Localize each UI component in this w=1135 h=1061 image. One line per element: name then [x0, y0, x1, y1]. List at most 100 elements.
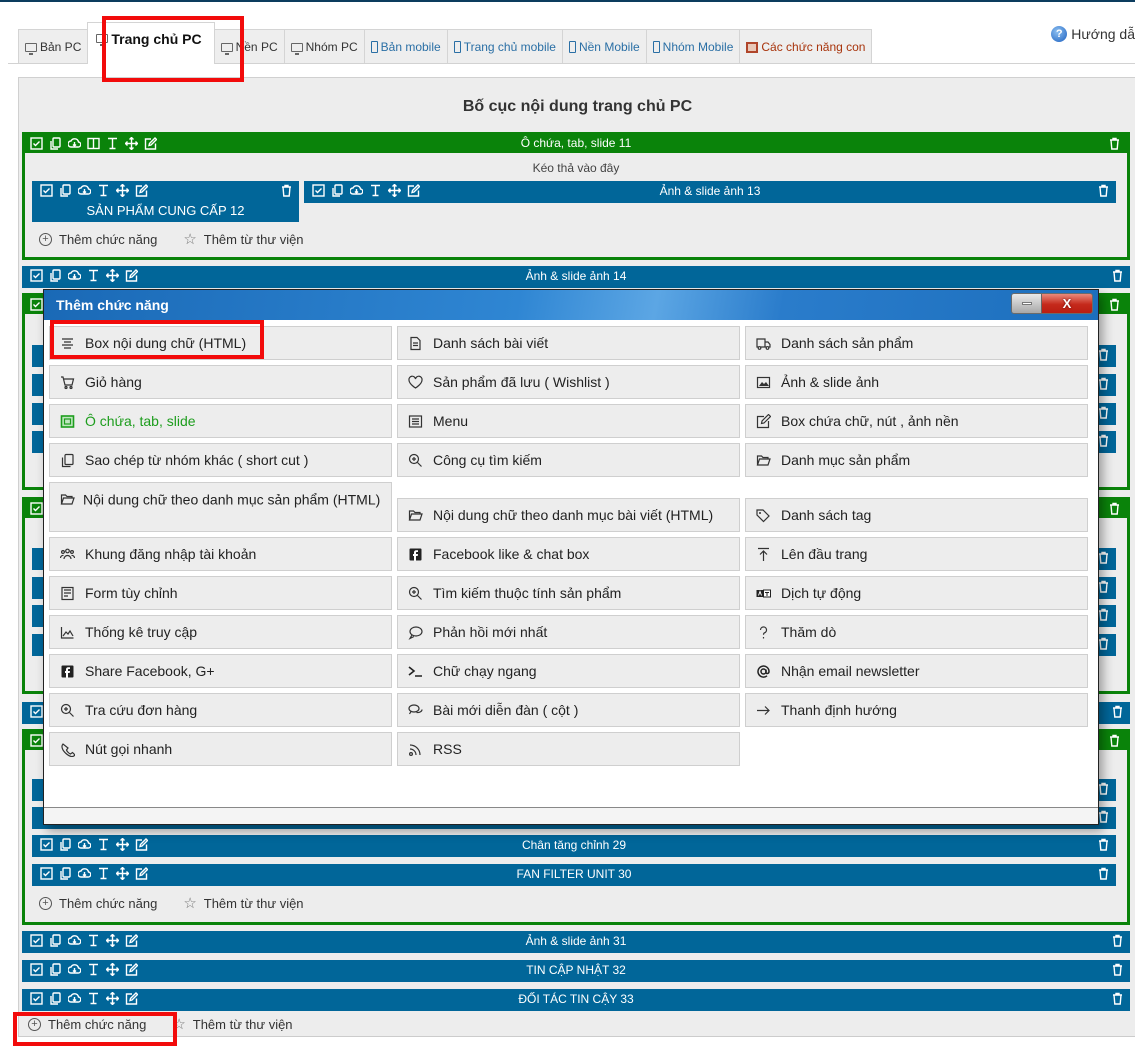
- function-item[interactable]: Danh sách tag: [745, 498, 1088, 532]
- tab-nhóm-mobile[interactable]: Nhóm Mobile: [645, 29, 741, 64]
- function-item[interactable]: Ảnh & slide ảnh: [745, 365, 1088, 399]
- function-item[interactable]: Sao chép từ nhóm khác ( short cut ): [49, 443, 392, 477]
- function-item[interactable]: Tìm kiếm thuộc tính sản phẩm: [397, 576, 740, 610]
- trash-icon[interactable]: [1108, 734, 1121, 747]
- function-item[interactable]: Tra cứu đơn hàng: [49, 693, 392, 727]
- block-30[interactable]: FAN FILTER UNIT 30: [32, 864, 1116, 886]
- add-function-button[interactable]: + Thêm chức năng: [39, 896, 157, 911]
- checkbox-icon[interactable]: [30, 734, 43, 747]
- function-item[interactable]: Nút gọi nhanh: [49, 732, 392, 766]
- function-item[interactable]: Danh mục sản phẩm: [745, 443, 1088, 477]
- copy-icon[interactable]: [59, 184, 72, 197]
- block-label: Ô chứa, tab, slide 11: [520, 136, 632, 150]
- function-item-label: Sản phẩm đã lưu ( Wishlist ): [433, 374, 610, 390]
- checkbox-icon[interactable]: [30, 502, 43, 515]
- trash-icon[interactable]: [1111, 934, 1124, 947]
- container-icon: [59, 413, 75, 429]
- add-from-library-button[interactable]: ☆ Thêm từ thư viện: [183, 896, 303, 911]
- function-item[interactable]: Ô chứa, tab, slide: [49, 404, 392, 438]
- dialog-titlebar[interactable]: Thêm chức năng X: [44, 290, 1098, 320]
- edit-icon: [755, 413, 771, 429]
- function-item[interactable]: Sản phẩm đã lưu ( Wishlist ): [397, 365, 740, 399]
- function-item[interactable]: Danh sách bài viết: [397, 326, 740, 360]
- trash-icon[interactable]: [1108, 298, 1121, 311]
- tab-label: Nền PC: [235, 40, 278, 54]
- page-title: Bố cục nội dung trang chủ PC: [462, 98, 693, 115]
- trash-icon[interactable]: [1111, 705, 1124, 718]
- add-function-button[interactable]: + Thêm chức năng: [28, 1017, 146, 1032]
- edit-icon[interactable]: [135, 184, 148, 197]
- function-item[interactable]: Khung đăng nhập tài khoản: [49, 537, 392, 571]
- add-from-library-button[interactable]: ☆ Thêm từ thư viện: [183, 232, 303, 247]
- tab-bản-pc[interactable]: Bản PC: [18, 29, 89, 64]
- add-function-button[interactable]: + Thêm chức năng: [39, 232, 157, 247]
- trash-icon[interactable]: [280, 184, 293, 197]
- trash-icon[interactable]: [1111, 963, 1124, 976]
- tab-nền-pc[interactable]: Nền PC: [213, 29, 285, 64]
- function-item[interactable]: Thống kê truy cập: [49, 615, 392, 649]
- function-item[interactable]: Nội dung chữ theo danh mục bài viết (HTM…: [397, 498, 740, 532]
- text-height-icon[interactable]: [97, 184, 110, 197]
- trash-icon[interactable]: [1108, 502, 1121, 515]
- function-item[interactable]: Share Facebook, G+: [49, 654, 392, 688]
- function-item[interactable]: Form tùy chỉnh: [49, 576, 392, 610]
- checkbox-icon[interactable]: [40, 184, 53, 197]
- add-from-library-button[interactable]: ☆ Thêm từ thư viện: [172, 1017, 292, 1032]
- minimize-button[interactable]: [1012, 294, 1042, 313]
- trash-icon[interactable]: [1111, 269, 1124, 282]
- block-toolbar: [32, 184, 148, 197]
- close-button[interactable]: X: [1042, 294, 1092, 313]
- function-item[interactable]: Phản hồi mới nhất: [397, 615, 740, 649]
- function-item[interactable]: Lên đầu trang: [745, 537, 1088, 571]
- trash-icon[interactable]: [1097, 867, 1110, 880]
- function-item[interactable]: Thanh định hướng: [745, 693, 1088, 727]
- function-item[interactable]: Box chứa chữ, nút , ảnh nền: [745, 404, 1088, 438]
- trash-icon[interactable]: [1097, 184, 1110, 197]
- cloud-download-icon[interactable]: [78, 184, 91, 197]
- function-item[interactable]: Thăm dò: [745, 615, 1088, 649]
- block-32[interactable]: TIN CẬP NHẬT 32: [22, 960, 1130, 982]
- function-item[interactable]: Dịch tự động: [745, 576, 1088, 610]
- tab-nền-mobile[interactable]: Nền Mobile: [561, 29, 647, 64]
- block-14[interactable]: Ảnh & slide ảnh 14: [22, 266, 1130, 288]
- block-33[interactable]: ĐỐI TÁC TIN CẬY 33: [22, 989, 1130, 1011]
- tab-trang-chủ-mobile[interactable]: Trang chủ mobile: [446, 29, 563, 64]
- function-item[interactable]: Box nội dung chữ (HTML): [49, 326, 392, 360]
- help-link[interactable]: ? Hướng dẫ: [1051, 26, 1135, 42]
- function-item-label: Nhận email newsletter: [781, 663, 920, 679]
- function-item[interactable]: RSS: [397, 732, 740, 766]
- function-item[interactable]: Menu: [397, 404, 740, 438]
- function-item[interactable]: Bài mới diễn đàn ( cột ): [397, 693, 740, 727]
- function-item[interactable]: Công cụ tìm kiếm: [397, 443, 740, 477]
- block-31[interactable]: Ảnh & slide ảnh 31: [22, 931, 1130, 953]
- at-icon: [755, 663, 771, 679]
- checkbox-icon[interactable]: [30, 298, 43, 311]
- function-item[interactable]: Danh sách sản phẩm: [745, 326, 1088, 360]
- drop-zone-text: Kéo thả vào đây: [532, 161, 620, 175]
- terminal-icon: [407, 663, 423, 679]
- function-item[interactable]: Facebook like & chat box: [397, 537, 740, 571]
- function-item[interactable]: Nội dung chữ theo danh mục sản phẩm (HTM…: [49, 482, 392, 532]
- function-item[interactable]: Giỏ hàng: [49, 365, 392, 399]
- heart-icon: [407, 374, 423, 390]
- trash-icon[interactable]: [1111, 992, 1124, 1005]
- block-13[interactable]: Ảnh & slide ảnh 13: [304, 181, 1116, 203]
- function-item[interactable]: Nhận email newsletter: [745, 654, 1088, 688]
- tab-nhóm-pc[interactable]: Nhóm PC: [283, 29, 365, 64]
- trash-icon[interactable]: [1097, 838, 1110, 851]
- plus-circle-icon: +: [39, 233, 52, 246]
- tab-các-chức-năng-con[interactable]: Các chức năng con: [739, 29, 873, 64]
- function-item-label: Nội dung chữ theo danh mục sản phẩm (HTM…: [83, 491, 381, 508]
- function-item[interactable]: Chữ chạy ngang: [397, 654, 740, 688]
- add-function-label: Thêm chức năng: [48, 1017, 147, 1032]
- move-icon[interactable]: [116, 184, 129, 197]
- block-29[interactable]: Chân tăng chỉnh 29: [32, 835, 1116, 857]
- trash-icon[interactable]: [1108, 137, 1121, 150]
- function-item-label: Menu: [433, 413, 469, 429]
- function-item-label: Giỏ hàng: [85, 374, 142, 390]
- block-12[interactable]: SẢN PHẨM CUNG CẤP 12: [32, 181, 299, 222]
- tab-bản-mobile[interactable]: Bản mobile: [363, 29, 448, 64]
- checkbox-icon[interactable]: [30, 705, 43, 718]
- function-item-label: Chữ chạy ngang: [433, 663, 537, 679]
- tab-trang-chủ-pc[interactable]: Trang chủ PC: [87, 22, 215, 64]
